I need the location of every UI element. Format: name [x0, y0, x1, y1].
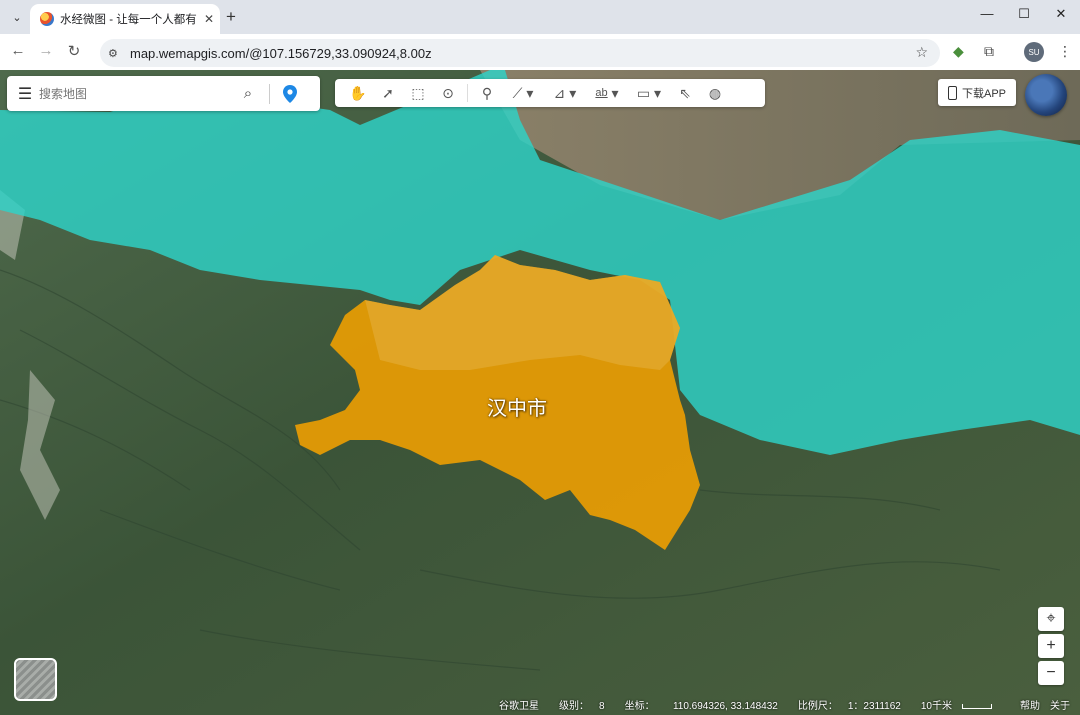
browser-menu-icon[interactable]: ⋮ [1058, 43, 1072, 60]
tab-search-menu-icon[interactable]: ⌄ [6, 6, 28, 28]
search-divider [269, 83, 270, 104]
world-globe-icon[interactable]: ◍ [700, 81, 730, 105]
search-input[interactable] [39, 86, 229, 101]
zoom-out-button[interactable]: − [1038, 661, 1064, 685]
profile-avatar[interactable]: SU [1024, 42, 1044, 62]
map-toolbar: ✋ ➚ ⬚ ⊙ ⚲ ⟋ ▾ ⊿ ▾ ab ▾ ▭ ▾ ⇖ ◍ [335, 79, 765, 107]
scale-readout: 比例尺： 1：2311162 [788, 697, 901, 712]
map-canvas[interactable]: ☰ ⌕ ✋ ➚ ⬚ ⊙ ⚲ ⟋ ▾ ⊿ ▾ ab ▾ ▭ ▾ ⇖ ◍ 下载APP… [0, 70, 1080, 715]
maximize-window-button[interactable]: ☐ [1014, 6, 1034, 22]
minimize-window-button[interactable]: — [977, 6, 997, 21]
scale-value: 1：2311162 [847, 701, 901, 712]
help-link[interactable]: 帮助 [1020, 697, 1040, 712]
add-marker-icon[interactable]: ⚲ [472, 81, 502, 105]
url-text[interactable]: map.wemapgis.com/@107.156729,33.090924,8… [130, 46, 432, 61]
scale-bar-label: 10千米 [920, 701, 952, 712]
map-search-box: ☰ ⌕ [7, 76, 320, 111]
click-query-icon[interactable]: ⇖ [670, 81, 700, 105]
my-location-icon[interactable]: ⌖ [1038, 607, 1064, 631]
reload-button[interactable]: ↻ [64, 42, 84, 60]
browser-tab[interactable]: 水经微图 - 让每一个人都有自己 ✕ [30, 4, 220, 34]
menu-icon[interactable]: ☰ [11, 84, 39, 104]
text-annotation-icon[interactable]: ab ▾ [586, 81, 628, 105]
level-label: 级别： [559, 701, 590, 712]
download-app-label: 下载APP [961, 87, 1006, 100]
bookmark-star-icon[interactable]: ☆ [915, 44, 928, 61]
coord-readout: 坐标： 110.694326, 33.148432 [615, 697, 778, 712]
zoom-extent-icon[interactable]: ⊙ [433, 81, 463, 105]
draw-line-icon[interactable]: ⟋ ▾ [502, 81, 544, 105]
location-pin-icon[interactable] [276, 84, 304, 103]
phone-icon [947, 85, 957, 100]
text-tool-label: ab [595, 87, 608, 99]
coord-label: 坐标： [624, 701, 655, 712]
site-info-icon[interactable]: ⚙ [108, 47, 124, 60]
level-readout: 级别： 8 [549, 697, 605, 712]
toolbar-divider [467, 84, 468, 102]
scale-label: 比例尺： [797, 701, 838, 712]
tab-close-icon[interactable]: ✕ [204, 12, 214, 26]
pan-hand-icon[interactable]: ✋ [343, 81, 373, 105]
forward-button[interactable]: → [36, 42, 56, 59]
globe-view-toggle[interactable] [1025, 74, 1067, 116]
level-value: 8 [599, 701, 605, 712]
region-label: 汉中市 [487, 396, 547, 420]
draw-polygon-icon[interactable]: ⊿ ▾ [544, 81, 586, 105]
extensions-puzzle-icon[interactable]: ⧉ [984, 43, 994, 60]
tab-title: 水经微图 - 让每一个人都有自己 [60, 14, 198, 26]
zoom-controls: ⌖ + − [1038, 607, 1064, 685]
download-app-button[interactable]: 下载APP [938, 79, 1016, 106]
search-icon[interactable]: ⌕ [233, 85, 263, 102]
basemap-name: 谷歌卫星 [499, 701, 540, 712]
select-pointer-icon[interactable]: ➚ [373, 81, 403, 105]
extension-icon[interactable]: ◆ [953, 43, 964, 60]
site-favicon-icon [40, 12, 54, 26]
box-select-icon[interactable]: ⬚ [403, 81, 433, 105]
measure-ruler-icon[interactable]: ▭ ▾ [628, 81, 670, 105]
browser-address-bar: ← → ↻ ⚙ map.wemapgis.com/@107.156729,33.… [0, 34, 1080, 70]
coord-value: 110.694326, 33.148432 [672, 701, 778, 712]
close-window-button[interactable]: ✕ [1051, 6, 1071, 22]
new-tab-button[interactable]: + [226, 7, 236, 27]
zoom-in-button[interactable]: + [1038, 634, 1064, 658]
scale-bar-line [962, 703, 992, 709]
scale-bar: 10千米 [911, 697, 992, 712]
back-button[interactable]: ← [8, 42, 28, 59]
url-omnibox[interactable]: ⚙ map.wemapgis.com/@107.156729,33.090924… [100, 39, 940, 67]
browser-tab-bar: ⌄ 水经微图 - 让每一个人都有自己 ✕ + — ☐ ✕ [0, 0, 1080, 34]
map-status-bar: 谷歌卫星 级别： 8 坐标： 110.694326, 33.148432 比例尺：… [0, 694, 1080, 715]
about-link[interactable]: 关于 [1050, 697, 1070, 712]
